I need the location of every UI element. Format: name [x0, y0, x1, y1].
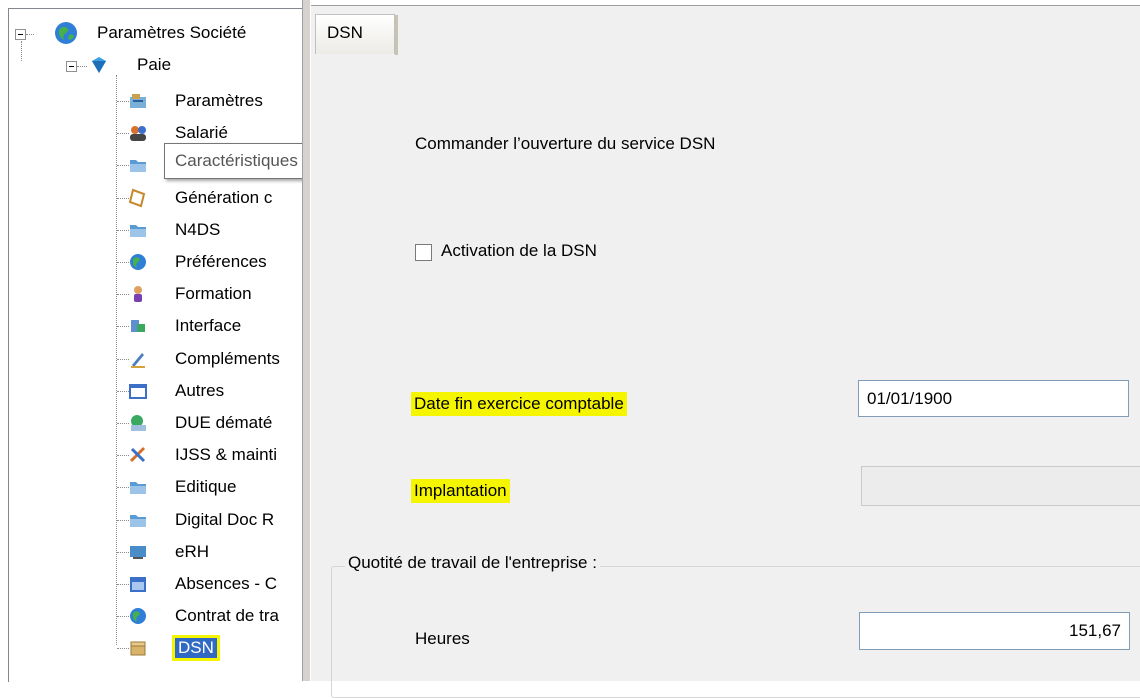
tree-root-label[interactable]: Paramètres Société [97, 23, 246, 43]
globe-icon [54, 21, 78, 45]
implantation-input[interactable] [861, 466, 1140, 506]
heures-label: Heures [415, 629, 470, 648]
activation-checkbox[interactable] [415, 244, 432, 261]
quotite-group-title: Quotité de travail de l'entreprise : [345, 553, 600, 573]
pen-icon [128, 349, 148, 369]
tree-item-interface[interactable]: Interface [175, 316, 241, 336]
settings-icon [128, 91, 148, 111]
tooltip-text: Caractéristiques [175, 151, 298, 170]
tree-item-g-n-ration-c[interactable]: Génération c [175, 188, 272, 208]
person-icon [128, 284, 148, 304]
people-icon [128, 123, 148, 143]
tree-item-pr-f-rences[interactable]: Préférences [175, 252, 267, 272]
tree-item-param-tres[interactable]: Paramètres [175, 91, 263, 111]
tree-item-ijss-mainti[interactable]: IJSS & mainti [175, 445, 277, 465]
root-collapse-toggle[interactable] [15, 29, 26, 40]
date-fin-exercice-label: Date fin exercice comptable [411, 392, 627, 416]
tree-item-salari-[interactable]: Salarié [175, 123, 228, 143]
tree-item-dsn[interactable]: DSN [175, 638, 217, 659]
activation-label[interactable]: Activation de la DSN [441, 241, 597, 261]
pane-splitter[interactable] [302, 0, 311, 681]
folder-icon [128, 220, 148, 240]
tab-dsn-label: DSN [327, 23, 363, 42]
tree-item-compl-ments[interactable]: Compléments [175, 349, 280, 369]
folder-icon [128, 477, 148, 497]
command-text: Commander l’ouverture du service DSN [415, 134, 716, 153]
tab-dsn[interactable]: DSN [315, 14, 398, 55]
tree-paie-label[interactable]: Paie [137, 55, 171, 75]
tree-item-n4ds[interactable]: N4DS [175, 220, 220, 240]
email-icon [128, 413, 148, 433]
tools-icon [128, 445, 148, 465]
window-icon [128, 381, 148, 401]
date-fin-exercice-input[interactable] [858, 380, 1129, 417]
globe-icon [128, 606, 148, 626]
tree-item-due-d-mat-[interactable]: DUE dématé [175, 413, 272, 433]
implantation-label: Implantation [411, 479, 510, 503]
diamond-icon [89, 55, 109, 75]
tree-item-autres[interactable]: Autres [175, 381, 224, 401]
calendar-icon [128, 574, 148, 594]
monitor-icon [128, 542, 148, 562]
heures-input[interactable] [859, 612, 1130, 650]
paie-collapse-toggle[interactable] [66, 61, 77, 72]
tree-item-absences-c[interactable]: Absences - C [175, 574, 277, 594]
tree-item-erh[interactable]: eRH [175, 542, 209, 562]
tree-item-contrat-de-tra[interactable]: Contrat de tra [175, 606, 279, 626]
folder-icon [128, 510, 148, 530]
interface-icon [128, 316, 148, 336]
box-icon [128, 638, 148, 658]
tree-item-editique[interactable]: Editique [175, 477, 236, 497]
navigation-tree: Paramètres Société Paie Paramètres Salari… [8, 8, 303, 682]
tree-item-formation[interactable]: Formation [175, 284, 252, 304]
document-icon [128, 188, 148, 208]
folder-icon [128, 155, 148, 175]
dsn-panel: DSN Commander l’ouverture du service DSN… [311, 6, 1140, 698]
globe-icon [128, 252, 148, 272]
tree-item-digital-doc-r[interactable]: Digital Doc R [175, 510, 274, 530]
